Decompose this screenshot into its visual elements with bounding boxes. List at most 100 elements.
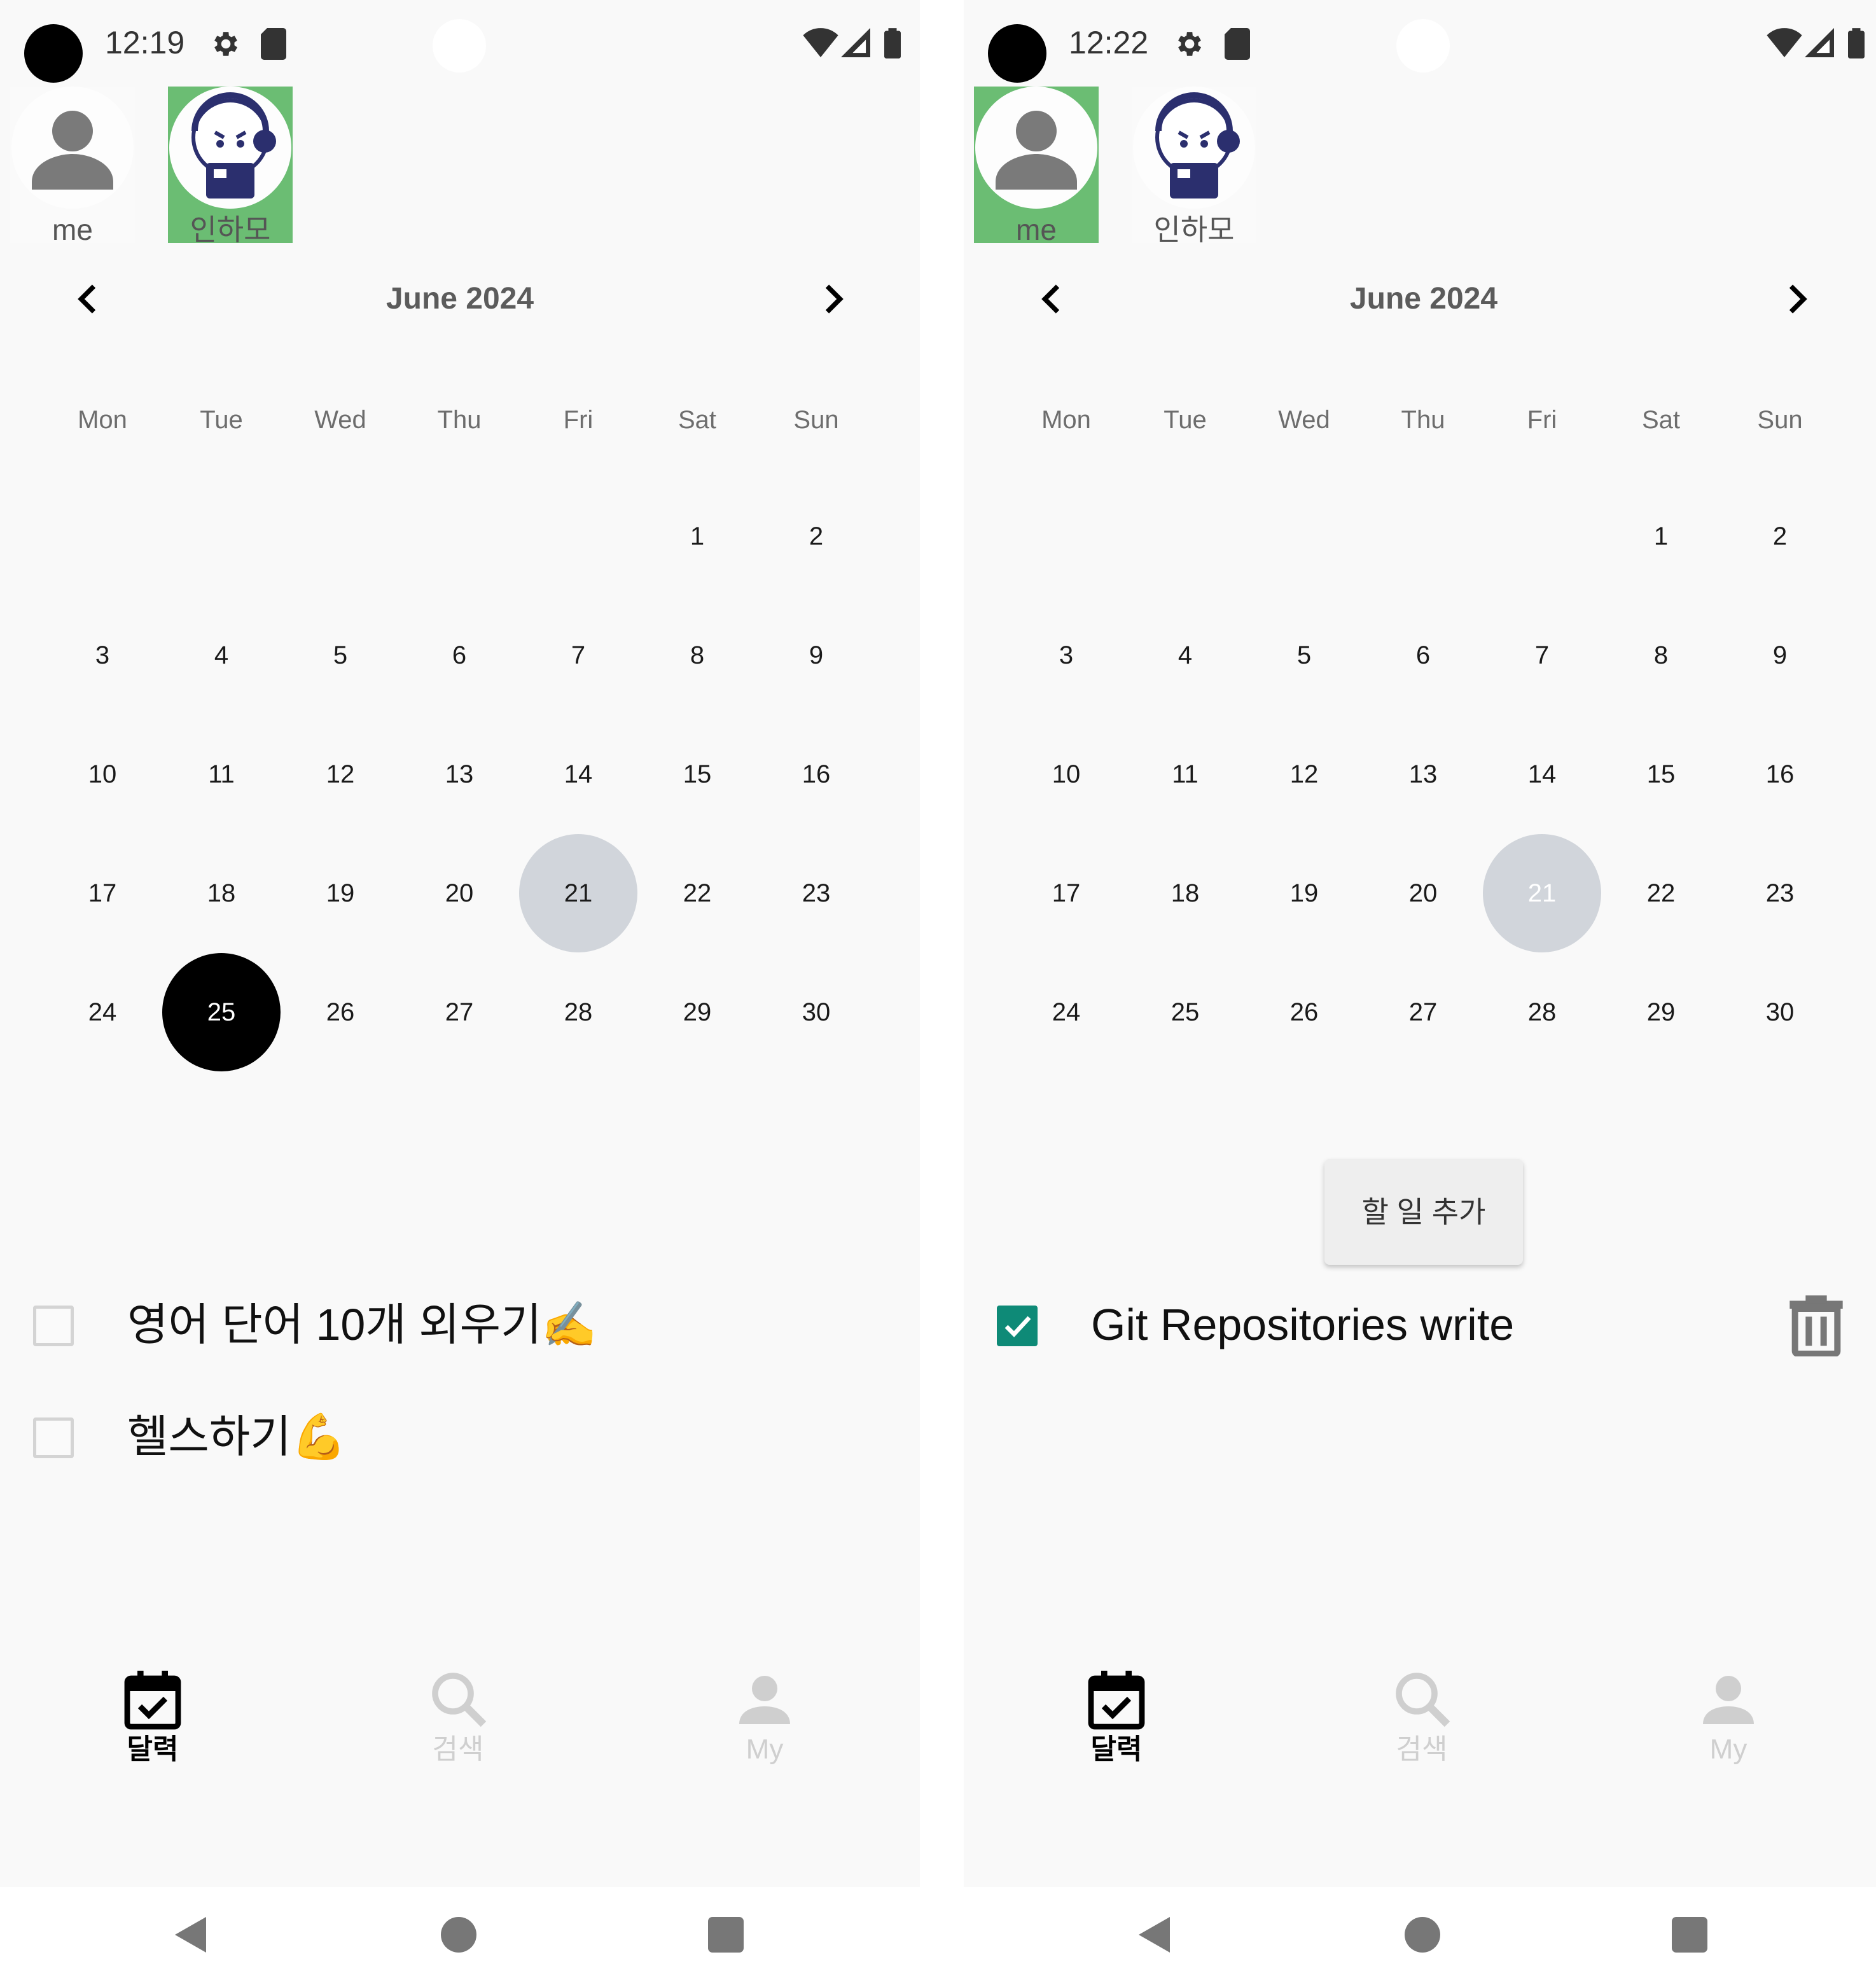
calendar-day[interactable]: 10 <box>1007 715 1125 833</box>
calendar-day[interactable]: 3 <box>1007 596 1125 714</box>
tab-search[interactable]: 검색 <box>1358 1654 1485 1781</box>
back-icon[interactable] <box>170 1912 215 1957</box>
wifi-icon <box>803 28 838 57</box>
todo-checkbox[interactable] <box>997 1306 1038 1346</box>
todo-item: 영어 단어 10개 외우기✍️ <box>0 1286 920 1363</box>
tab-my[interactable]: My <box>701 1654 828 1781</box>
calendar-day[interactable]: 9 <box>1721 596 1839 714</box>
calendar-day[interactable]: 22 <box>1602 834 1720 952</box>
profile-inhamo[interactable]: 인하모 <box>1132 87 1256 243</box>
person-icon <box>11 87 134 209</box>
todo-checkbox[interactable] <box>33 1306 74 1346</box>
calendar-day[interactable]: 21 <box>1483 834 1601 952</box>
todo-text[interactable]: Git Repositories write <box>1091 1286 1514 1363</box>
calendar-day[interactable]: 30 <box>1721 953 1839 1071</box>
todo-text[interactable]: 영어 단어 10개 외우기✍️ <box>127 1286 597 1363</box>
recents-icon[interactable] <box>1667 1912 1712 1957</box>
calendar-day[interactable]: 15 <box>1602 715 1720 833</box>
home-icon[interactable] <box>1400 1912 1445 1957</box>
calendar-day[interactable]: 8 <box>1602 596 1720 714</box>
calendar-day[interactable]: 29 <box>1602 953 1720 1071</box>
calendar-day[interactable]: 28 <box>519 953 637 1071</box>
profile-me[interactable]: me <box>974 87 1099 243</box>
calendar-day[interactable]: 4 <box>162 596 281 714</box>
calendar-day[interactable]: 12 <box>281 715 400 833</box>
tab-search[interactable]: 검색 <box>394 1654 522 1781</box>
calendar-day[interactable]: 13 <box>400 715 518 833</box>
tab-my[interactable]: My <box>1665 1654 1792 1781</box>
add-todo-button[interactable]: 할 일 추가 <box>1324 1159 1523 1265</box>
calendar-day[interactable]: 4 <box>1126 596 1244 714</box>
calendar-day[interactable]: 21 <box>519 834 637 952</box>
calendar-day[interactable]: 18 <box>162 834 281 952</box>
trash-icon[interactable] <box>1784 1293 1848 1356</box>
profile-inhamo[interactable]: 인하모 <box>168 87 293 243</box>
calendar-day[interactable]: 28 <box>1483 953 1601 1071</box>
calendar-day[interactable]: 22 <box>638 834 756 952</box>
calendar-day[interactable]: 6 <box>1364 596 1482 714</box>
tab-label: My <box>1709 1734 1747 1765</box>
calendar-day[interactable]: 9 <box>757 596 875 714</box>
calendar-day[interactable]: 1 <box>638 477 756 596</box>
recents-icon[interactable] <box>704 1912 748 1957</box>
calendar-day[interactable]: 19 <box>281 834 400 952</box>
todo-text[interactable]: 헬스하기💪 <box>127 1398 347 1475</box>
calendar-day[interactable]: 23 <box>1721 834 1839 952</box>
status-bar: 12:19 <box>0 0 920 83</box>
calendar-day[interactable]: 7 <box>1483 596 1601 714</box>
calendar-day[interactable]: 16 <box>757 715 875 833</box>
day-number: 4 <box>214 641 229 669</box>
tab-calendar[interactable]: 달력 <box>89 1654 216 1781</box>
calendar-day[interactable]: 29 <box>638 953 756 1071</box>
calendar-day[interactable]: 14 <box>1483 715 1601 833</box>
calendar-day[interactable]: 17 <box>43 834 162 952</box>
calendar-day[interactable]: 1 <box>1602 477 1720 596</box>
calendar-day[interactable]: 17 <box>1007 834 1125 952</box>
chevron-right-icon[interactable] <box>813 280 851 318</box>
calendar-day[interactable]: 3 <box>43 596 162 714</box>
calendar-day[interactable]: 19 <box>1245 834 1363 952</box>
weekday-label: Fri <box>563 406 594 434</box>
calendar-day[interactable]: 24 <box>1007 953 1125 1071</box>
calendar-day[interactable]: 11 <box>162 715 281 833</box>
day-number: 15 <box>1646 760 1676 788</box>
calendar-day[interactable]: 27 <box>400 953 518 1071</box>
chevron-right-icon[interactable] <box>1777 280 1815 318</box>
calendar-day[interactable]: 25 <box>162 953 281 1071</box>
home-icon[interactable] <box>436 1912 481 1957</box>
calendar-day[interactable]: 18 <box>1126 834 1244 952</box>
calendar-day[interactable]: 12 <box>1245 715 1363 833</box>
calendar-day[interactable]: 2 <box>1721 477 1839 596</box>
calendar-day[interactable]: 13 <box>1364 715 1482 833</box>
calendar-day[interactable]: 11 <box>1126 715 1244 833</box>
calendar-day[interactable]: 24 <box>43 953 162 1071</box>
calendar-day[interactable]: 20 <box>400 834 518 952</box>
calendar-day[interactable]: 8 <box>638 596 756 714</box>
calendar-day[interactable]: 26 <box>1245 953 1363 1071</box>
calendar-day[interactable]: 26 <box>281 953 400 1071</box>
calendar-day[interactable]: 5 <box>281 596 400 714</box>
day-number: 3 <box>95 641 110 669</box>
day-number: 6 <box>1415 641 1431 669</box>
weekday-label: Wed <box>314 406 366 434</box>
back-icon[interactable] <box>1134 1912 1179 1957</box>
calendar-day[interactable]: 25 <box>1126 953 1244 1071</box>
calendar-day[interactable]: 30 <box>757 953 875 1071</box>
calendar-day[interactable]: 5 <box>1245 596 1363 714</box>
profile-me[interactable]: me <box>10 87 135 243</box>
weekday-label: Sat <box>1641 406 1681 434</box>
calendar-day[interactable]: 27 <box>1364 953 1482 1071</box>
calendar-day[interactable]: 14 <box>519 715 637 833</box>
calendar-day[interactable]: 7 <box>519 596 637 714</box>
calendar-day[interactable]: 2 <box>757 477 875 596</box>
status-time: 12:19 <box>105 25 185 60</box>
calendar-day[interactable]: 16 <box>1721 715 1839 833</box>
day-number: 22 <box>1646 879 1676 907</box>
tab-calendar[interactable]: 달력 <box>1053 1654 1180 1781</box>
calendar-day[interactable]: 6 <box>400 596 518 714</box>
todo-checkbox[interactable] <box>33 1417 74 1458</box>
calendar-day[interactable]: 20 <box>1364 834 1482 952</box>
calendar-day[interactable]: 15 <box>638 715 756 833</box>
calendar-day[interactable]: 23 <box>757 834 875 952</box>
calendar-day[interactable]: 10 <box>43 715 162 833</box>
